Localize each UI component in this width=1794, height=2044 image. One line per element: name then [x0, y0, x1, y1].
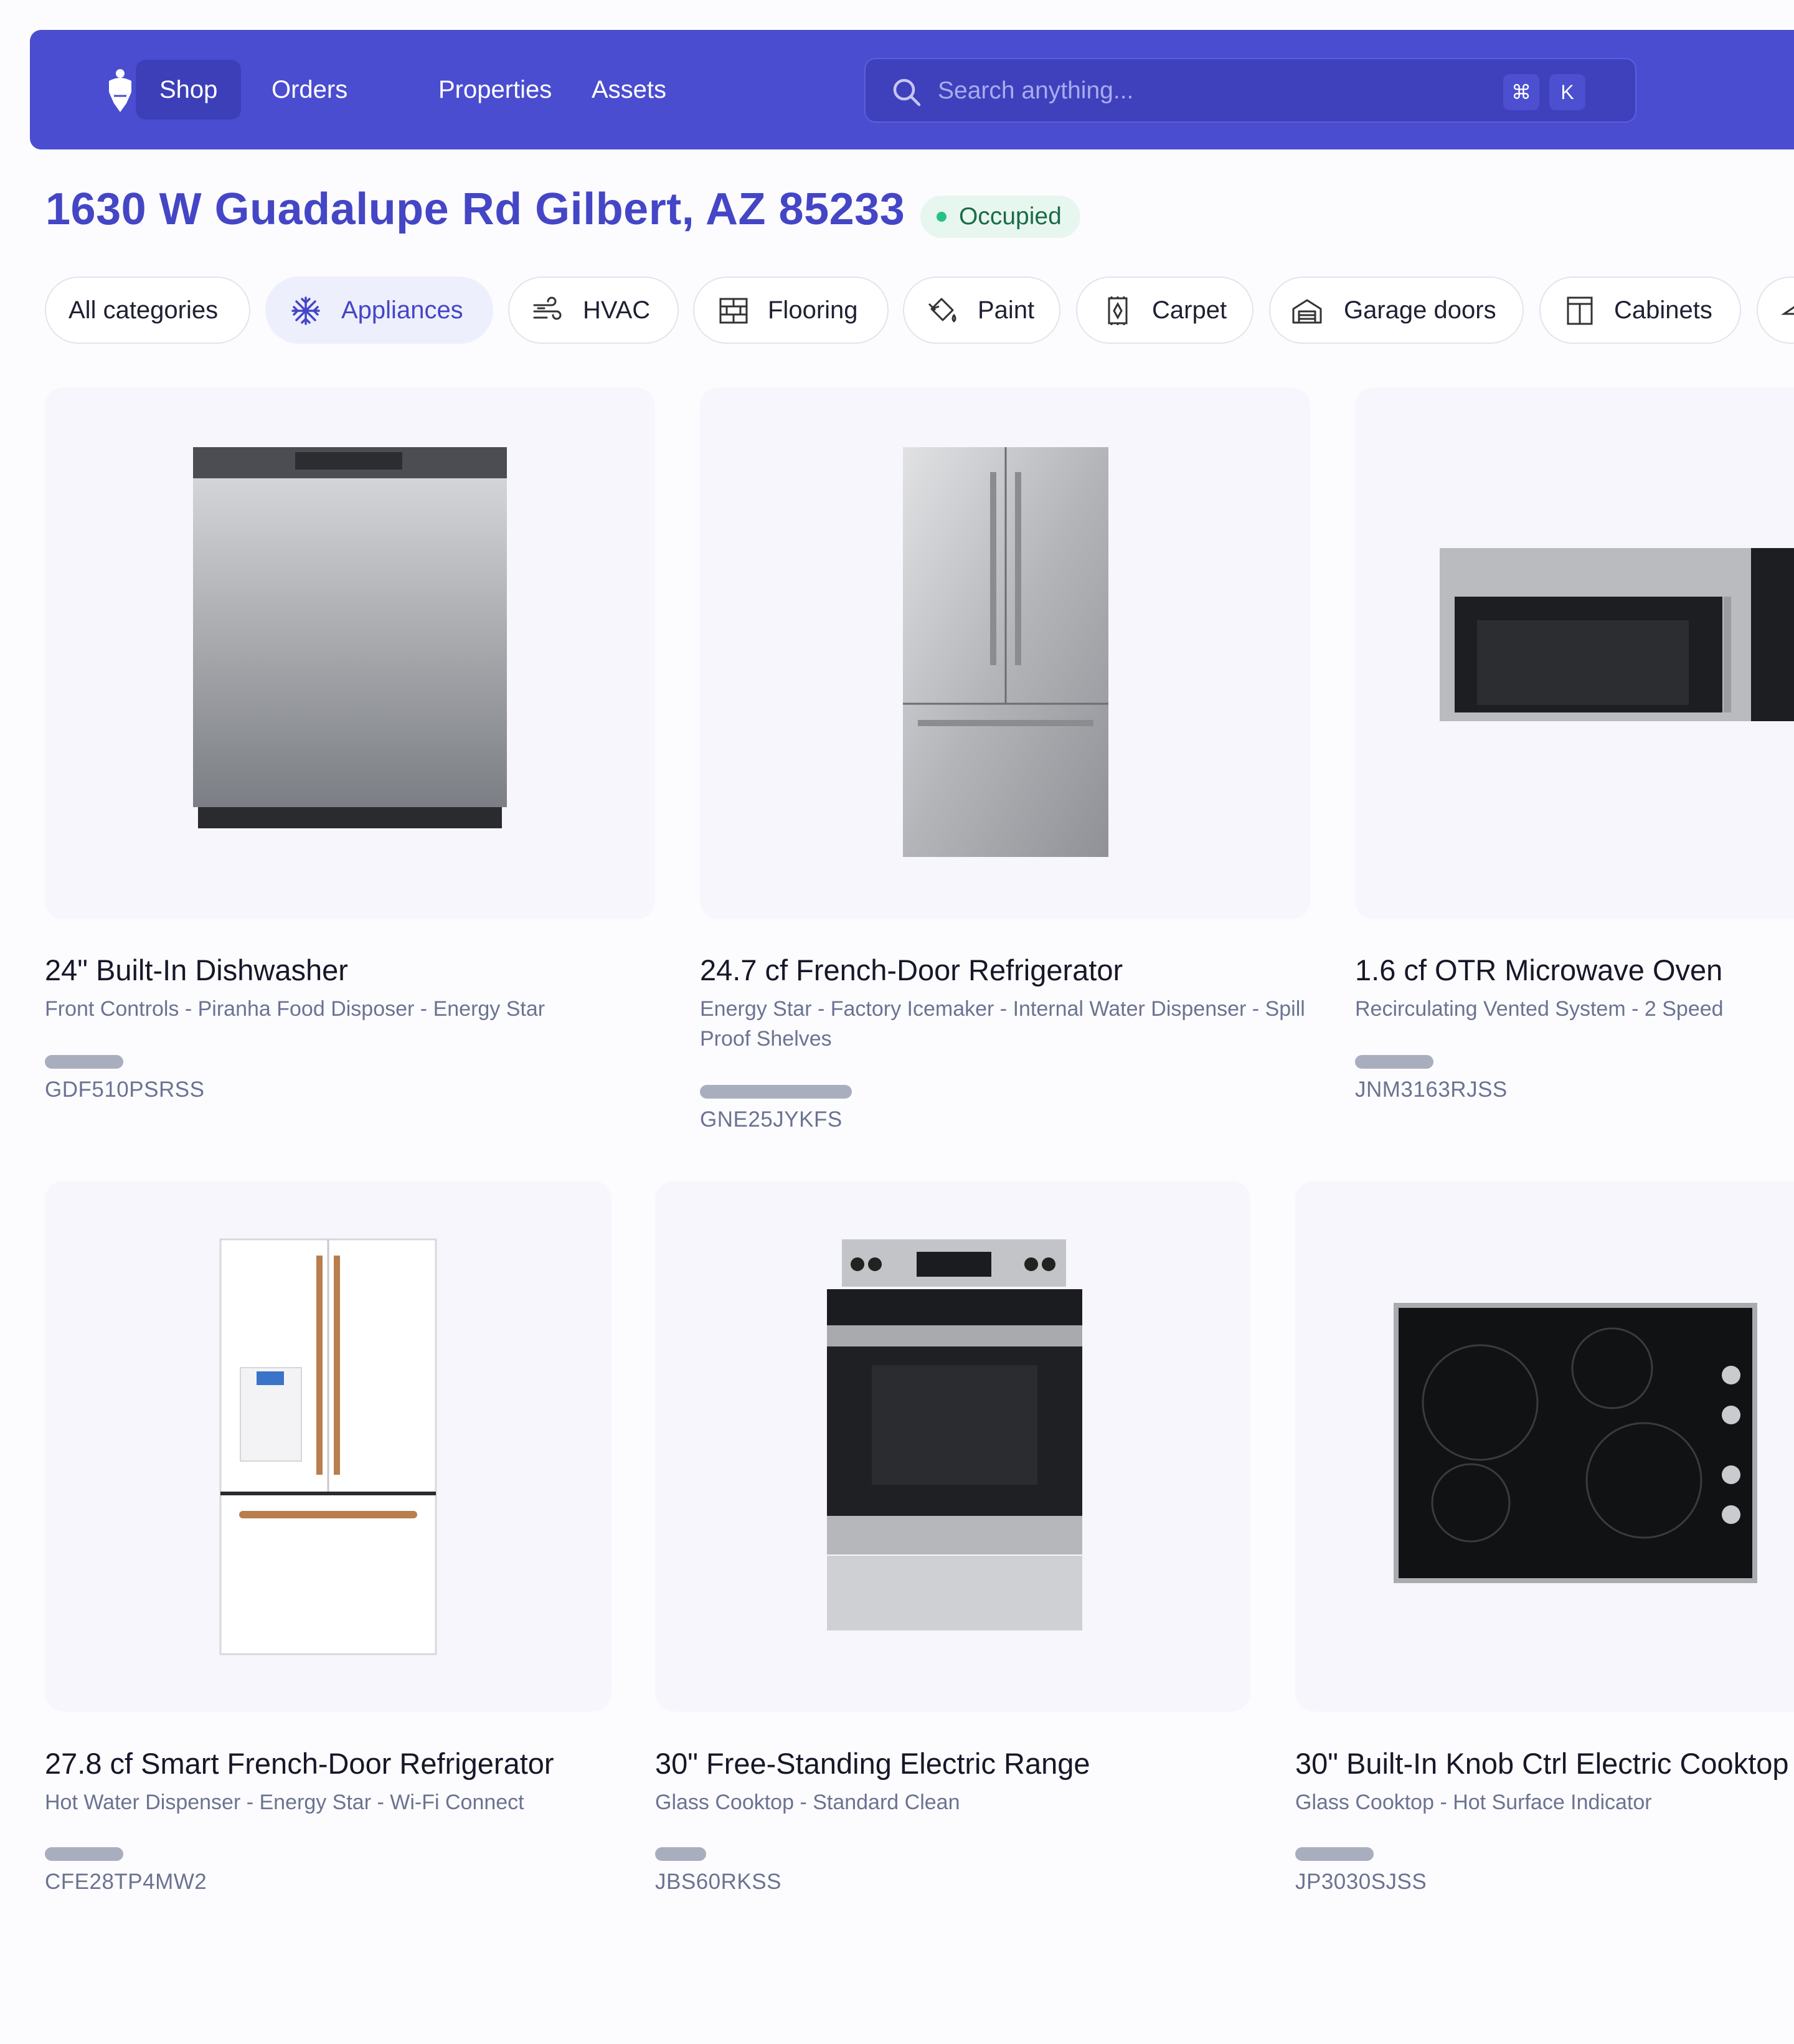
garage-icon [1292, 299, 1322, 324]
nav-shop[interactable]: Shop [136, 60, 242, 120]
category-garage-doors[interactable]: Garage doors [1269, 277, 1524, 344]
product-title[interactable]: 27.8 cf Smart French-Door Refrigerator [45, 1746, 554, 1781]
product-sku: JNM3163RJSS [1355, 1077, 1508, 1102]
shortcut-cmd-key: ⌘ [1503, 74, 1539, 110]
cabinet-icon [1567, 296, 1593, 325]
shortcut-k-key: K [1549, 74, 1585, 110]
product-title[interactable]: 24.7 cf French-Door Refrigerator [700, 953, 1123, 987]
product-features: Glass Cooktop - Hot Surface Indicator [1295, 1791, 1652, 1814]
search-icon [893, 78, 921, 106]
product-title[interactable]: 30" Built-In Knob Ctrl Electric Cooktop [1295, 1746, 1789, 1781]
product-image-dishwasher[interactable] [45, 387, 655, 919]
category-cabinets[interactable]: Cabinets [1539, 277, 1741, 344]
category-label: Appliances [341, 296, 463, 324]
product-sku: GDF510PSRSS [45, 1077, 205, 1102]
product-price-placeholder [1355, 1055, 1433, 1069]
product-image-electric-cooktop[interactable] [1295, 1181, 1794, 1711]
category-appliances[interactable]: Appliances [265, 277, 493, 344]
category-label: Cabinets [1614, 296, 1712, 324]
category-label: Paint [978, 296, 1035, 324]
category-hvac[interactable]: HVAC [508, 277, 679, 344]
status-badge: Occupied [920, 196, 1080, 238]
top-nav: Shop Orders Properties Assets ⌘ K [30, 30, 1794, 149]
product-features: Front Controls - Piranha Food Disposer -… [45, 997, 545, 1021]
category-label: Flooring [768, 296, 858, 324]
category-partial-icon [1781, 306, 1794, 315]
category-all[interactable]: All categories [45, 277, 250, 344]
product-image-smart-refrigerator[interactable] [45, 1181, 611, 1711]
dishwasher-image [193, 447, 507, 828]
product-price-placeholder [45, 1847, 123, 1861]
snowflake-icon [291, 296, 320, 325]
search-input[interactable] [938, 69, 1448, 113]
brick-icon [719, 298, 748, 324]
status-dot-icon [937, 212, 947, 222]
product-title[interactable]: 1.6 cf OTR Microwave Oven [1355, 953, 1722, 987]
nav-orders[interactable]: Orders [248, 60, 371, 120]
product-price-placeholder [655, 1847, 706, 1861]
product-price-placeholder [45, 1055, 123, 1069]
microwave-image [1440, 548, 1794, 721]
range-image [827, 1239, 1082, 1630]
category-carpet[interactable]: Carpet [1076, 277, 1253, 344]
nav-assets[interactable]: Assets [568, 60, 690, 120]
paint-bucket-icon [928, 298, 956, 323]
page-title: 1630 W Guadalupe Rd Gilbert, AZ 85233 [45, 184, 905, 234]
product-price-placeholder [1295, 1847, 1374, 1861]
category-paint[interactable]: Paint [903, 277, 1060, 344]
product-title[interactable]: 24" Built-In Dishwasher [45, 953, 348, 987]
category-label: All categories [68, 296, 219, 324]
product-features: Energy Star - Factory Icemaker - Interna… [700, 997, 1305, 1051]
category-more[interactable] [1757, 277, 1794, 344]
wind-icon [533, 296, 562, 320]
category-flooring[interactable]: Flooring [693, 277, 889, 344]
status-label: Occupied [959, 203, 1062, 230]
refrigerator-image [903, 447, 1108, 857]
smart-refrigerator-image [219, 1238, 437, 1655]
nav-properties[interactable]: Properties [415, 60, 575, 120]
category-label: Carpet [1152, 296, 1227, 324]
product-image-microwave[interactable] [1355, 387, 1794, 919]
product-title[interactable]: 30" Free-Standing Electric Range [655, 1746, 1090, 1781]
category-label: Garage doors [1344, 296, 1496, 324]
product-image-french-door-refrigerator[interactable] [700, 387, 1310, 919]
carpet-icon [1108, 296, 1128, 325]
product-sku: GNE25JYKFS [700, 1107, 843, 1132]
product-features: Glass Cooktop - Standard Clean [655, 1791, 960, 1814]
product-sku: JBS60RKSS [655, 1870, 781, 1894]
category-label: HVAC [583, 296, 651, 324]
product-sku: JP3030SJSS [1295, 1870, 1427, 1894]
product-price-placeholder [700, 1085, 852, 1099]
product-features: Hot Water Dispenser - Energy Star - Wi-F… [45, 1791, 524, 1814]
product-features: Recirculating Vented System - 2 Speed [1355, 997, 1724, 1021]
search-bar[interactable]: ⌘ K [864, 58, 1636, 123]
product-sku: CFE28TP4MW2 [45, 1870, 207, 1894]
cooktop-image [1394, 1303, 1757, 1583]
product-image-electric-range[interactable] [655, 1181, 1250, 1711]
logo-icon[interactable] [102, 67, 139, 115]
